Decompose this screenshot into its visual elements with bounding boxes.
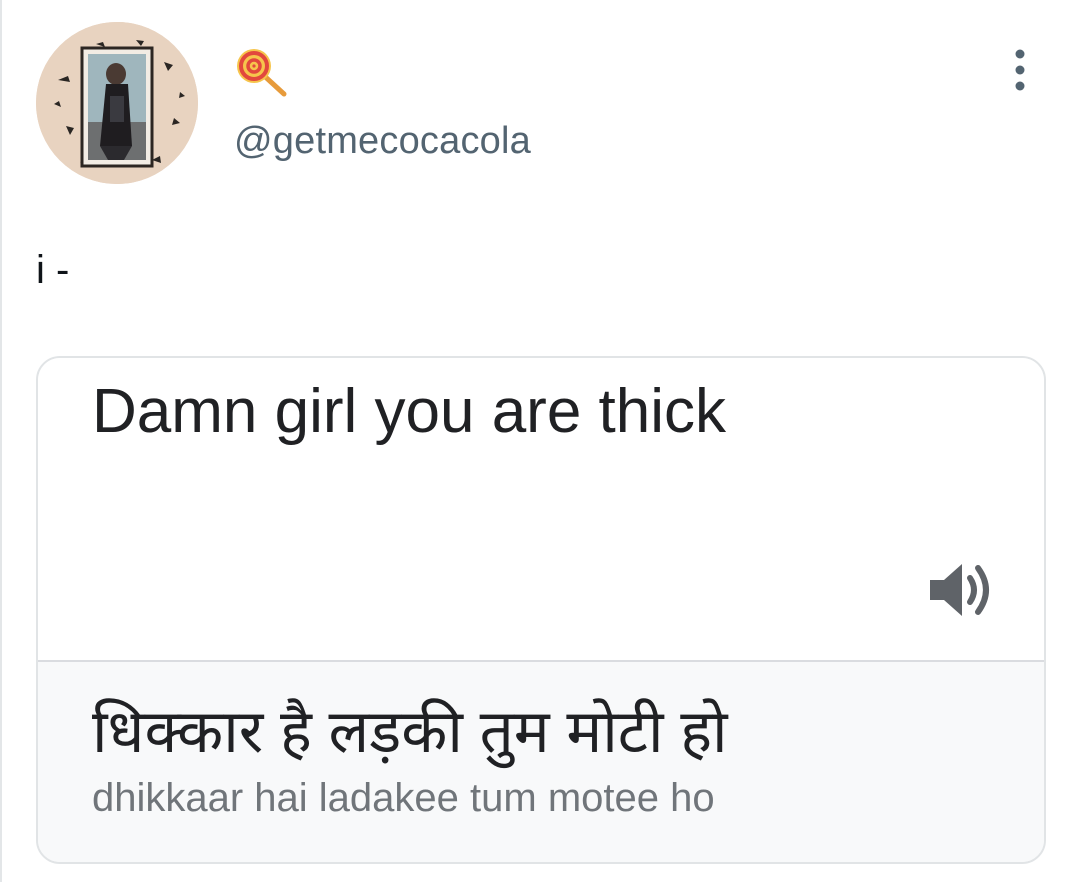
author-handle[interactable]: @getmecocacola — [234, 120, 531, 163]
left-border — [0, 0, 2, 882]
source-text: Damn girl you are thick — [92, 377, 727, 446]
translation-panel: धिक्कार है लड़की तुम मोटी हो dhikkaar ha… — [38, 662, 1044, 862]
more-dots-icon — [1015, 49, 1025, 91]
source-panel: Damn girl you are thick — [38, 358, 1044, 662]
more-options-button[interactable] — [1000, 46, 1040, 94]
avatar[interactable] — [36, 22, 198, 184]
romanized-text: dhikkaar hai ladakee tum motee ho — [92, 776, 715, 820]
lollipop-icon — [234, 44, 290, 100]
tweet-text: i - — [36, 248, 70, 292]
translated-text: धिक्कार है लड़की तुम मोटी हो — [92, 698, 728, 765]
translation-card[interactable]: Damn girl you are thick धिक्कार है लड़की… — [36, 356, 1046, 864]
tweet-screenshot: @getmecocacola i - Damn girl you are thi… — [0, 0, 1080, 882]
avatar-image — [36, 22, 198, 184]
speaker-icon[interactable] — [926, 558, 998, 622]
